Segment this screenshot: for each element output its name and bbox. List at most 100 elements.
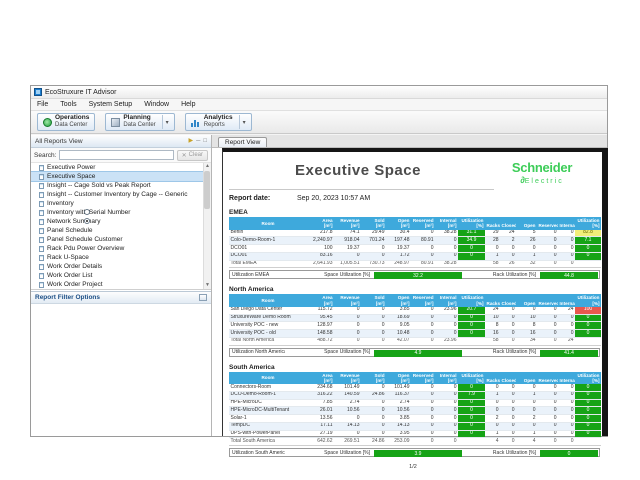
region-south-america: South AmericaRoomArea[m²]Revenue[m²]Sold… bbox=[229, 364, 597, 458]
rack-value-cell: 0 bbox=[558, 252, 575, 260]
total-value-cell: 642.62 bbox=[307, 438, 334, 446]
search-input[interactable] bbox=[59, 150, 173, 160]
tree-item-work-order-details[interactable]: Work Order Details bbox=[31, 262, 211, 271]
chevron-down-icon[interactable]: ▾ bbox=[239, 115, 246, 129]
rack-value-cell: 2 bbox=[500, 237, 516, 245]
tree-item-panel-schedule[interactable]: Panel Schedule bbox=[31, 226, 211, 235]
tree-item-work-order-project[interactable]: Work Order Project bbox=[31, 280, 211, 289]
value-cell: 10.56 bbox=[386, 407, 411, 415]
space-utilization-label: Space Utilization [%] bbox=[285, 449, 373, 456]
rack-value-cell: 0 bbox=[516, 307, 537, 314]
rack-utilization-cell: 0 bbox=[575, 391, 601, 399]
table-row: HPE-MicroDC-MultiTenant26.0110.56010.560… bbox=[229, 407, 601, 415]
report-icon bbox=[39, 192, 44, 198]
tab-report-view[interactable]: Report View bbox=[218, 137, 267, 147]
minimize-icon[interactable]: ─ bbox=[196, 138, 200, 144]
value-cell: 26.01 bbox=[307, 407, 334, 415]
value-cell: 0 bbox=[435, 422, 458, 430]
value-cell: 30.4 bbox=[386, 230, 411, 237]
rack-utilization-cell: 7.1 bbox=[575, 237, 601, 245]
column-header: Utilization[%] bbox=[458, 372, 485, 385]
tree-item-label: Insight -- Cage Sold vs Peak Report bbox=[47, 182, 151, 189]
schneider-logo-text: Schneider bbox=[487, 160, 597, 175]
tree-item-label: Work Order Project bbox=[47, 281, 103, 288]
value-cell: 3.85 bbox=[386, 415, 411, 423]
total-value-cell: 2,641.93 bbox=[307, 260, 334, 268]
table-header-row: RoomArea[m²]Revenue[m²]Sold[m²]Open[m²]R… bbox=[229, 294, 601, 307]
scrollbar-down-icon[interactable]: ▼ bbox=[205, 282, 210, 289]
rack-value-cell: 0 bbox=[537, 237, 558, 245]
space-utilization-cell: 0 bbox=[458, 245, 485, 253]
report-icon bbox=[39, 237, 44, 243]
rack-value-cell: 0 bbox=[500, 307, 516, 314]
value-cell: 116.37 bbox=[386, 391, 411, 399]
menu-item-tools[interactable]: Tools bbox=[54, 101, 82, 108]
space-utilization-cell: 0 bbox=[458, 322, 485, 330]
value-cell: 0 bbox=[361, 384, 386, 391]
value-cell: 100 bbox=[307, 245, 334, 253]
rack-value-cell: 2 bbox=[485, 415, 500, 423]
tree-item-rack-pdu-power-overview[interactable]: Rack Pdu Power Overview bbox=[31, 244, 211, 253]
tree-item-executive-power[interactable]: Executive Power bbox=[31, 163, 211, 172]
app-window: EcoStruxure IT Advisor FileToolsSystem S… bbox=[30, 85, 608, 437]
menu-item-window[interactable]: Window bbox=[138, 101, 175, 108]
value-cell: 101.49 bbox=[386, 384, 411, 391]
tree-item-work-order-list[interactable]: Work Order List bbox=[31, 271, 211, 280]
total-rack-cell: 58 bbox=[485, 260, 500, 268]
rack-value-cell: 1 bbox=[485, 252, 500, 260]
scrollbar-up-icon[interactable]: ▲ bbox=[205, 163, 210, 170]
report-icon bbox=[39, 246, 44, 252]
table-row: Colo-Demo-Room-12,240.97918.04701.24197.… bbox=[229, 237, 601, 245]
tree-item-panel-schedule-customer[interactable]: Panel Schedule Customer bbox=[31, 235, 211, 244]
menu-bar: FileToolsSystem SetupWindowHelp bbox=[31, 99, 607, 111]
tree-item-insight-customer-inventory-by-cage-generic[interactable]: Insight -- Customer Inventory by Cage --… bbox=[31, 190, 211, 199]
tree-scrollbar[interactable]: ▲ ▼ bbox=[203, 163, 211, 289]
tree-item-network-summary[interactable]: Network Summary bbox=[31, 217, 211, 226]
value-cell: 0 bbox=[411, 407, 435, 415]
total-value-cell: 0 bbox=[411, 438, 435, 446]
radio-icon[interactable] bbox=[84, 209, 90, 215]
toolbar-button-operations[interactable]: OperationsData Center bbox=[37, 113, 95, 131]
tree-item-inventory[interactable]: Inventory bbox=[31, 199, 211, 208]
rack-value-cell: 0 bbox=[537, 314, 558, 322]
clear-button[interactable]: ✕Clear bbox=[177, 150, 208, 161]
column-header: Open bbox=[516, 372, 537, 385]
tree-item-label: Rack Pdu Power Overview bbox=[47, 245, 124, 252]
rack-value-cell: 0 bbox=[500, 330, 516, 338]
total-value-cell: 0 bbox=[435, 438, 458, 446]
value-cell: 148.58 bbox=[307, 330, 334, 338]
column-header: Racks bbox=[485, 294, 500, 307]
tree-item-inventory-with-serial-number[interactable]: Inventory with Serial Number bbox=[31, 208, 211, 217]
tree-item-executive-space[interactable]: Executive Space bbox=[31, 172, 211, 181]
rack-utilization-cell: 0 bbox=[575, 399, 601, 407]
scrollbar-thumb[interactable] bbox=[204, 171, 210, 209]
report-icon bbox=[39, 183, 44, 189]
value-cell: 0 bbox=[435, 407, 458, 415]
pin-icon[interactable]: ▶ bbox=[188, 138, 193, 144]
menu-item-help[interactable]: Help bbox=[175, 101, 201, 108]
table-row: DCO-Demo-Room-1316.22140.5924.86116.3700… bbox=[229, 391, 601, 399]
space-utilization-bar: 4.9 bbox=[374, 350, 462, 357]
report-date-row: Report date: Sep 20, 2023 10:57 AM bbox=[229, 195, 597, 202]
rack-utilization-cell: 0 bbox=[575, 330, 601, 338]
chevron-down-icon[interactable]: ▾ bbox=[162, 115, 169, 129]
rack-value-cell: 0 bbox=[537, 430, 558, 438]
toolbar-button-planning[interactable]: PlanningData Center▾ bbox=[105, 113, 174, 131]
toolbar-button-analytics[interactable]: AnalyticsReports▾ bbox=[185, 113, 252, 131]
float-icon[interactable]: □ bbox=[203, 138, 207, 144]
value-cell: 0 bbox=[435, 330, 458, 338]
total-rack-cell: 0 bbox=[537, 337, 558, 345]
space-utilization-cell: 34.9 bbox=[458, 237, 485, 245]
menu-item-system-setup[interactable]: System Setup bbox=[83, 101, 139, 108]
rack-value-cell: 0 bbox=[500, 407, 516, 415]
rack-utilization-cell: 0 bbox=[575, 422, 601, 430]
menu-item-file[interactable]: File bbox=[31, 101, 54, 108]
room-cell: University POC - old bbox=[229, 330, 307, 338]
report-options-icon[interactable] bbox=[199, 294, 207, 301]
column-header: Open[m²] bbox=[386, 217, 411, 230]
region-table: RoomArea[m²]Revenue[m²]Sold[m²]Open[m²]R… bbox=[229, 217, 601, 268]
tree-item-rack-u-space[interactable]: Rack U-Space bbox=[31, 253, 211, 262]
tree-item-insight-cage-sold-vs-peak-report[interactable]: Insight -- Cage Sold vs Peak Report bbox=[31, 181, 211, 190]
radio-icon[interactable] bbox=[84, 218, 90, 224]
screenshot-canvas: EcoStruxure IT Advisor FileToolsSystem S… bbox=[0, 0, 640, 480]
